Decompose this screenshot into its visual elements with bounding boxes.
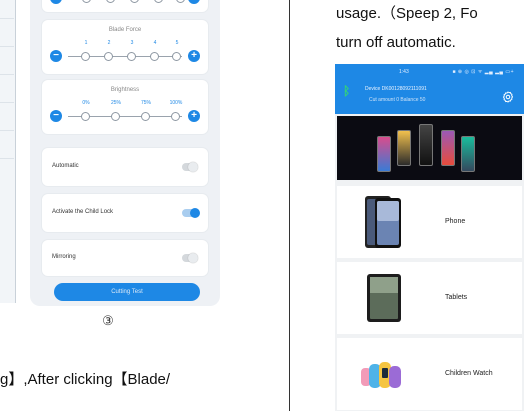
mirroring-setting-row: Mirroring: [42, 240, 208, 276]
brightness-stepper[interactable]: − 0% 25% 75% 100% +: [50, 100, 200, 128]
cut-amount-balance: Cut amount 0 Balance 50: [369, 97, 426, 103]
status-icons: ■ ⊕ ◎ ⊡ ᯤ ▂▄ ▂▄ ▭+: [452, 69, 514, 75]
plus-icon[interactable]: +: [188, 0, 200, 4]
blade-level-node[interactable]: [104, 52, 113, 61]
blade-level-label: 1: [84, 40, 88, 46]
category-phone-label: Phone: [445, 218, 466, 225]
blade-force-title: Blade Force: [108, 27, 142, 33]
mirroring-toggle[interactable]: [182, 253, 198, 263]
blade-level-label: 2: [107, 40, 111, 46]
previous-screenshot-edge: [0, 0, 16, 303]
status-time: 1:43: [399, 69, 409, 75]
minus-icon[interactable]: −: [50, 0, 62, 4]
brightness-level-node[interactable]: [111, 112, 120, 121]
blade-level-label: 5: [175, 40, 179, 46]
brightness-level-label: 75%: [140, 100, 151, 106]
brightness-level-node[interactable]: [171, 112, 180, 121]
category-tablets[interactable]: Tablets: [337, 262, 522, 334]
cropped-stepper-card: − +: [42, 0, 208, 12]
blade-force-card: Blade Force − 1 2 3 4 5 +: [42, 20, 208, 74]
child-lock-toggle[interactable]: [182, 208, 200, 218]
category-phone[interactable]: Phone: [337, 186, 522, 258]
brightness-title: Brightness: [110, 87, 140, 93]
brightness-level-label: 25%: [110, 100, 121, 106]
bluetooth-icon[interactable]: ᛒ: [343, 84, 350, 98]
brightness-level-node[interactable]: [81, 112, 90, 121]
blade-level-node[interactable]: [127, 52, 136, 61]
blade-level-node[interactable]: [172, 52, 181, 61]
instruction-text-line-1: usage.（Speep 2, Fo: [336, 5, 478, 22]
blade-level-node[interactable]: [150, 52, 159, 61]
gear-icon[interactable]: [502, 91, 514, 103]
brightness-level-node[interactable]: [141, 112, 150, 121]
mirroring-label: Mirroring: [52, 254, 76, 260]
instruction-text-bottom: g】,After clicking【Blade/: [0, 371, 171, 388]
home-screenshot: 1:43 ■ ⊕ ◎ ⊡ ᯤ ▂▄ ▂▄ ▭+ ᛒ Device DK00128…: [335, 64, 524, 411]
figure-number: ③: [102, 313, 114, 328]
blade-level-node[interactable]: [81, 52, 90, 61]
brightness-card: Brightness − 0% 25% 75% 100% +: [42, 80, 208, 134]
brightness-minus-button[interactable]: −: [50, 110, 62, 122]
brightness-level-label: 100%: [169, 100, 183, 106]
automatic-setting-row: Automatic: [42, 148, 208, 186]
settings-screenshot: − + Blade Force − 1 2 3 4 5 +: [30, 0, 220, 306]
column-divider: [289, 0, 290, 411]
device-id: Device DK00128092111091: [365, 86, 427, 92]
automatic-toggle[interactable]: [182, 162, 198, 172]
child-lock-label: Activate the Child Lock: [52, 209, 114, 215]
phone-icon: [365, 196, 401, 248]
instruction-text-line-2: turn off automatic.: [336, 34, 456, 51]
category-children-watch-label: Children Watch: [445, 370, 493, 377]
blade-force-plus-button[interactable]: +: [188, 50, 200, 62]
child-lock-setting-row: Activate the Child Lock: [42, 194, 208, 232]
cutting-test-button[interactable]: Cutting Test: [54, 283, 200, 301]
blade-force-stepper[interactable]: − 1 2 3 4 5 +: [50, 40, 200, 68]
tablet-icon: [367, 274, 401, 322]
category-children-watch[interactable]: Children Watch: [337, 338, 522, 410]
brightness-plus-button[interactable]: +: [188, 110, 200, 122]
automatic-label: Automatic: [52, 163, 79, 169]
watch-icon: [361, 362, 401, 388]
blade-force-minus-button[interactable]: −: [50, 50, 62, 62]
promo-banner[interactable]: [337, 116, 522, 180]
category-tablets-label: Tablets: [445, 294, 468, 301]
app-header: 1:43 ■ ⊕ ◎ ⊡ ᯤ ▂▄ ▂▄ ▭+ ᛒ Device DK00128…: [335, 64, 524, 114]
blade-level-label: 3: [130, 40, 134, 46]
blade-level-label: 4: [153, 40, 157, 46]
brightness-level-label: 0%: [82, 100, 90, 106]
